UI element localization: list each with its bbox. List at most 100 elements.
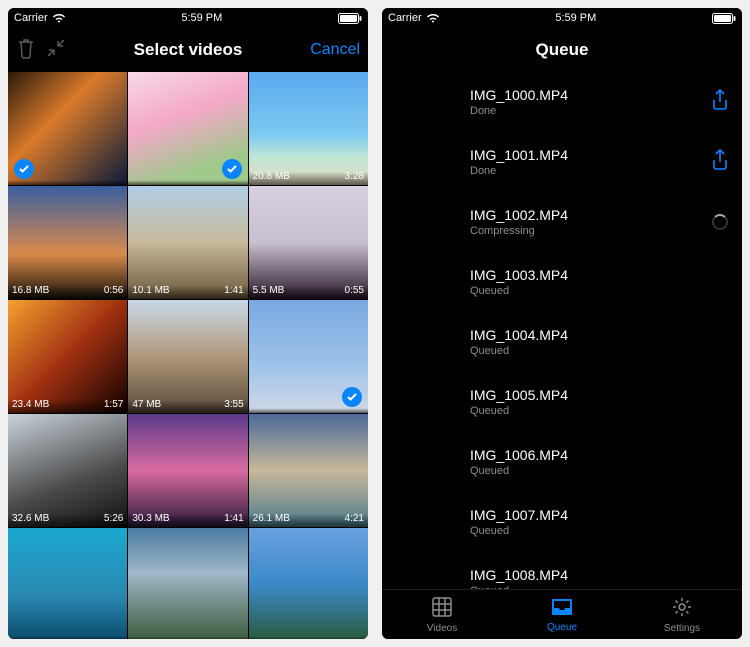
queue-status: Queued (470, 285, 708, 297)
selected-check-icon (342, 387, 362, 407)
video-cell[interactable]: 16.8 MB 0:56 (8, 186, 127, 299)
queue-thumb (382, 73, 460, 131)
selected-check-icon (222, 159, 242, 179)
queue-row[interactable]: IMG_1006.MP4 Queued (382, 432, 742, 492)
video-size: 26.1 MB (253, 513, 290, 524)
queue-row[interactable]: IMG_1003.MP4 Queued (382, 252, 742, 312)
grid-icon (431, 596, 453, 621)
share-icon[interactable] (710, 148, 730, 177)
video-size: 30.3 MB (132, 513, 169, 524)
video-cell[interactable]: 5.5 MB 0:55 (249, 186, 368, 299)
trash-icon[interactable] (16, 37, 36, 64)
queue-status: Queued (470, 465, 708, 477)
queue-thumb (382, 373, 460, 431)
compress-icon[interactable] (46, 38, 66, 63)
video-size: 16.8 MB (12, 285, 49, 296)
video-meta (128, 179, 247, 185)
video-meta: 16.8 MB 0:56 (8, 282, 127, 299)
queue-status: Compressing (470, 225, 708, 237)
tab-label: Videos (427, 623, 457, 634)
queue-filename: IMG_1007.MP4 (470, 507, 708, 523)
wifi-icon (52, 13, 66, 23)
carrier-label: Carrier (388, 12, 422, 24)
queue-row[interactable]: IMG_1008.MP4 Queued (382, 552, 742, 589)
video-meta (8, 179, 127, 185)
queue-status: Done (470, 105, 708, 117)
queue-thumb (382, 313, 460, 371)
video-cell[interactable] (249, 300, 368, 413)
carrier-label: Carrier (14, 12, 48, 24)
video-duration: 5:26 (104, 513, 123, 524)
video-meta: 20.8 MB 3:28 (249, 168, 368, 185)
video-cell[interactable]: 32.6 MB 5:26 (8, 414, 127, 527)
video-duration: 1:41 (224, 285, 243, 296)
video-grid[interactable]: 20.8 MB 3:28 16.8 MB 0:56 10.1 MB 1:41 5… (8, 72, 368, 639)
video-cell[interactable]: 10.1 MB 1:41 (128, 186, 247, 299)
video-cell[interactable]: 26.1 MB 4:21 (249, 414, 368, 527)
queue-thumb (382, 253, 460, 311)
video-cell[interactable]: 20.8 MB 3:28 (249, 72, 368, 185)
queue-status: Queued (470, 405, 708, 417)
tab-settings[interactable]: Settings (622, 590, 742, 639)
queue-thumb (382, 553, 460, 589)
video-cell[interactable] (249, 528, 368, 639)
video-cell[interactable]: 23.4 MB 1:57 (8, 300, 127, 413)
video-cell[interactable] (128, 528, 247, 639)
cancel-button[interactable]: Cancel (310, 41, 360, 59)
share-icon[interactable] (710, 88, 730, 117)
video-meta: 23.4 MB 1:57 (8, 396, 127, 413)
queue-status: Done (470, 165, 708, 177)
page-title: Queue (460, 40, 664, 60)
video-cell[interactable] (8, 72, 127, 185)
queue-filename: IMG_1006.MP4 (470, 447, 708, 463)
video-meta (8, 635, 127, 639)
video-meta: 32.6 MB 5:26 (8, 510, 127, 527)
tab-queue[interactable]: Queue (502, 590, 622, 639)
video-cell[interactable]: 47 MB 3:55 (128, 300, 247, 413)
inbox-icon (550, 597, 574, 620)
queue-row[interactable]: IMG_1001.MP4 Done (382, 132, 742, 192)
video-duration: 1:41 (224, 513, 243, 524)
queue-filename: IMG_1005.MP4 (470, 387, 708, 403)
gear-icon (671, 596, 693, 621)
status-bar: Carrier 5:59 PM (382, 8, 742, 28)
video-meta: 47 MB 3:55 (128, 396, 247, 413)
video-size: 47 MB (132, 399, 161, 410)
video-duration: 0:56 (104, 285, 123, 296)
wifi-icon (426, 13, 440, 23)
video-meta: 10.1 MB 1:41 (128, 282, 247, 299)
nav-bar: Select videos Cancel (8, 28, 368, 72)
video-meta: 26.1 MB 4:21 (249, 510, 368, 527)
page-title: Select videos (86, 40, 290, 60)
queue-row[interactable]: IMG_1000.MP4 Done (382, 72, 742, 132)
video-meta: 5.5 MB 0:55 (249, 282, 368, 299)
video-size: 32.6 MB (12, 513, 49, 524)
video-cell[interactable] (8, 528, 127, 639)
battery-icon (338, 13, 362, 24)
spinner-icon (712, 214, 728, 230)
video-cell[interactable] (128, 72, 247, 185)
queue-filename: IMG_1008.MP4 (470, 567, 708, 583)
tab-label: Queue (547, 622, 577, 633)
queue-list[interactable]: IMG_1000.MP4 Done IMG_1001.MP4 Done IMG_… (382, 72, 742, 589)
queue-filename: IMG_1002.MP4 (470, 207, 708, 223)
video-duration: 1:57 (104, 399, 123, 410)
video-meta (128, 635, 247, 639)
video-cell[interactable]: 30.3 MB 1:41 (128, 414, 247, 527)
tab-label: Settings (664, 623, 700, 634)
queue-row[interactable]: IMG_1004.MP4 Queued (382, 312, 742, 372)
status-bar: Carrier 5:59 PM (8, 8, 368, 28)
queue-row[interactable]: IMG_1005.MP4 Queued (382, 372, 742, 432)
clock: 5:59 PM (555, 12, 596, 24)
queue-row[interactable]: IMG_1007.MP4 Queued (382, 492, 742, 552)
queue-status: Queued (470, 345, 708, 357)
selected-check-icon (14, 159, 34, 179)
queue-row[interactable]: IMG_1002.MP4 Compressing (382, 192, 742, 252)
queue-filename: IMG_1000.MP4 (470, 87, 708, 103)
tab-videos[interactable]: Videos (382, 590, 502, 639)
queue-thumb (382, 133, 460, 191)
clock: 5:59 PM (181, 12, 222, 24)
queue-filename: IMG_1001.MP4 (470, 147, 708, 163)
phone-select-videos: Carrier 5:59 PM Select videos Cancel (8, 8, 368, 639)
queue-status: Queued (470, 525, 708, 537)
